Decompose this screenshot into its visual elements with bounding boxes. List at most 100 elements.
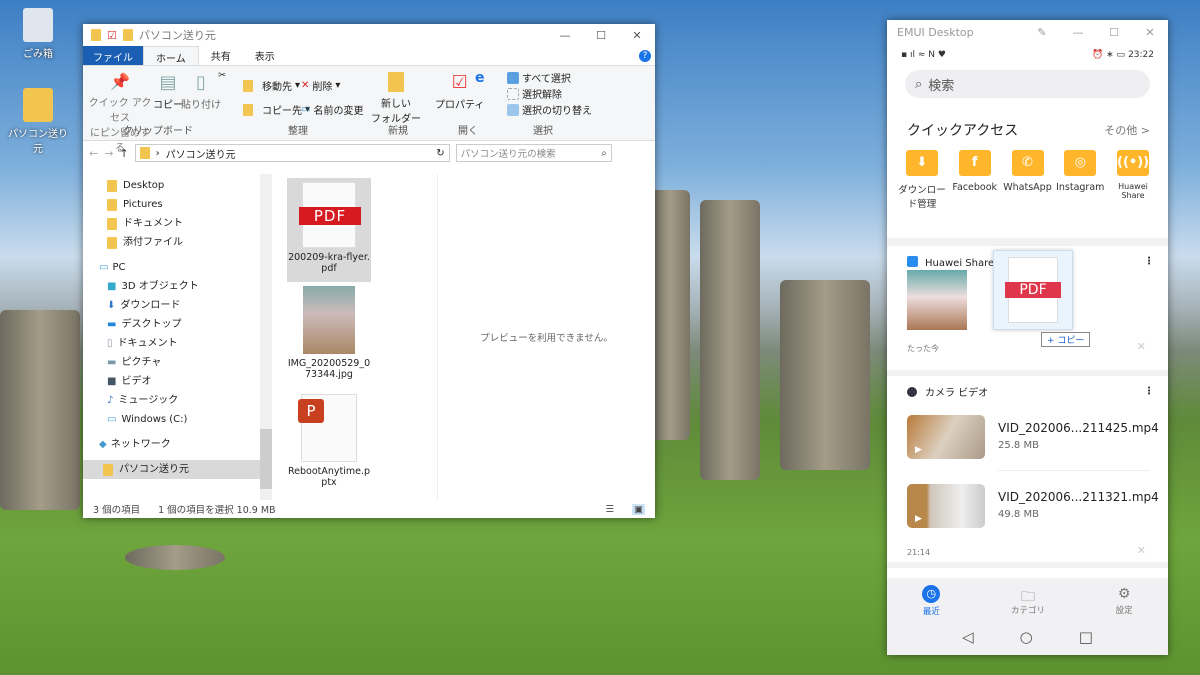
move-to-button[interactable]: 移動先 ▾ [243,78,300,93]
quick-access-huawei-share[interactable]: ((•)) Huawei Share [1108,150,1158,200]
more-menu-button[interactable]: ⋮ [1144,386,1154,397]
nav-item[interactable]: ⬇ ダウンロード [107,296,273,315]
label: ダウンロード [120,300,181,311]
label: 削除 [312,82,333,93]
address-bar[interactable]: › パソコン送り元 ↻ [134,144,450,162]
nav-recent[interactable]: ◷ 最近 [922,585,941,617]
more-menu-button[interactable]: ⋮ [1144,256,1154,267]
folder-move-icon [243,79,253,92]
pin-icon: 📌 [110,72,130,91]
details-view-button[interactable]: ☰ [605,504,614,515]
copy-to-button[interactable]: コピー先 ▾ [243,102,310,117]
help-icon[interactable]: ? [639,49,651,62]
video-thumbnail: ▶ [907,484,985,528]
label: Pictures [123,199,163,210]
clock-icon: ◷ [922,585,941,603]
nav-item-network[interactable]: ◆ ネットワーク [99,435,273,454]
huawei-share-folder-icon: ((•)) [1117,150,1149,176]
system-nav-bar: ◁ ○ □ [887,628,1168,646]
stonehenge-stone [125,545,225,570]
nav-item[interactable]: ▭ Windows (C:) [107,410,273,429]
home-button[interactable]: ○ [1020,628,1033,646]
whatsapp-folder-icon: ✆ [1011,150,1044,176]
invert-selection-icon [507,103,519,116]
nav-item[interactable]: ドキュメント [107,214,273,233]
nav-item[interactable]: ▬ ピクチャ [107,353,273,372]
dismiss-icon[interactable]: ✕ [1137,340,1146,353]
new-folder-button[interactable]: 新しい フォルダー [371,72,421,125]
tab-file[interactable]: ファイル [83,46,143,65]
file-item-jpg[interactable]: IMG_20200529_073344.jpg [287,282,371,390]
nav-item[interactable]: ♪ ミュージック [107,391,273,410]
invert-selection-button[interactable]: 選択の切り替え [507,102,592,117]
desktop-icon-recycle-bin[interactable]: ごみ箱 [8,8,68,60]
document-icon: ▯ [107,338,113,349]
search-input[interactable]: ⌕ 検索 [905,70,1150,98]
delete-button[interactable]: ✕ 削除 ▾ [301,78,340,93]
quick-access-downloads[interactable]: ⬇ ダウンロード管理 [897,150,947,210]
nav-settings[interactable]: ⚙ 設定 [1116,586,1133,616]
search-box[interactable]: パソコン送り元の検索 ⌕ [455,144,612,162]
minimize-button[interactable]: — [547,29,583,42]
camera-icon [907,386,917,397]
quick-access-whatsapp[interactable]: ✆ WhatsApp [1003,150,1053,193]
tab-share[interactable]: 共有 [199,45,243,66]
tab-view[interactable]: 表示 [243,45,287,66]
quick-access-instagram[interactable]: ◎ Instagram [1055,150,1105,193]
label: WhatsApp [1003,182,1052,193]
nav-item[interactable]: 添付ファイル [107,233,273,252]
paste-button[interactable]: ▯ 貼り付け [181,72,221,111]
nav-item-selected[interactable]: パソコン送り元 [83,460,260,479]
file-item-pdf[interactable]: PDF 200209-kra-flyer.pdf [287,178,371,282]
quick-access-facebook[interactable]: f Facebook [950,150,1000,193]
pictures-icon: ▬ [107,357,117,368]
video-item[interactable]: ▶ VID_202006...211425.mp4 25.8 MB [907,415,1159,461]
image-thumbnail[interactable] [907,270,967,330]
edge-icon[interactable]: e [475,70,485,86]
copy-button[interactable]: ▤ コピー [153,72,183,111]
select-all-button[interactable]: すべて選択 [507,70,571,85]
file-item-pptx[interactable]: P RebootAnytime.pptx [287,390,371,498]
large-icons-view-button[interactable]: ▣ [632,503,645,515]
rename-button[interactable]: ▭ 名前の変更 [301,102,363,117]
drive-icon: ▭ [107,414,117,425]
close-button[interactable]: ✕ [1132,26,1168,39]
nav-item[interactable]: ■ 3D オブジェクト [107,277,273,296]
scissors-icon[interactable]: ✂ [218,70,226,81]
label: プロパティ [435,100,485,111]
more-link[interactable]: その他 > [1104,122,1150,138]
label: ミュージック [118,395,179,406]
label: ネットワーク [110,439,171,450]
refresh-icon[interactable]: ↻ [436,148,444,159]
rename-icon: ▭ [301,104,311,115]
nav-item-pc[interactable]: ▭ PC [99,258,273,277]
label: Huawei Share [1118,182,1148,200]
label: PC [112,262,126,273]
maximize-button[interactable]: ☐ [583,29,619,42]
label: 移動先 [262,82,292,93]
label: 200209-kra-flyer.pdf [288,252,370,274]
select-none-button[interactable]: 選択解除 [507,86,562,101]
dismiss-icon[interactable]: ✕ [1137,544,1146,557]
maximize-button[interactable]: ☐ [1096,26,1132,39]
desktop-icon-folder[interactable]: パソコン送り元 [8,88,68,155]
nav-item[interactable]: ■ ビデオ [107,372,273,391]
tab-home[interactable]: ホーム [143,46,199,65]
video-item[interactable]: ▶ VID_202006...211321.mp4 49.8 MB [907,484,1159,530]
pin-quick-access-button[interactable]: 📌 クイック アクセス にピン留めする [87,72,153,154]
nav-item[interactable]: ▬ デスクトップ [107,315,273,334]
nav-scrollbar[interactable] [260,174,272,500]
close-button[interactable]: ✕ [619,29,655,42]
nav-item[interactable]: ▯ ドキュメント [107,334,273,353]
alarm-icon: ⏰ ∗ ▭ [1092,50,1126,60]
label: VID_202006...211321.mp4 [998,490,1159,504]
pin-button[interactable]: ✎ [1024,26,1060,39]
back-button[interactable]: ◁ [962,628,974,646]
nav-category[interactable]: 🗀 カテゴリ [1011,586,1045,616]
label: 3D オブジェクト [121,281,199,292]
download-folder-icon: ⬇ [906,150,938,176]
nav-item[interactable]: Pictures [107,195,273,214]
nav-item[interactable]: Desktop [107,176,273,195]
minimize-button[interactable]: — [1060,26,1096,39]
recents-button[interactable]: □ [1079,628,1093,646]
